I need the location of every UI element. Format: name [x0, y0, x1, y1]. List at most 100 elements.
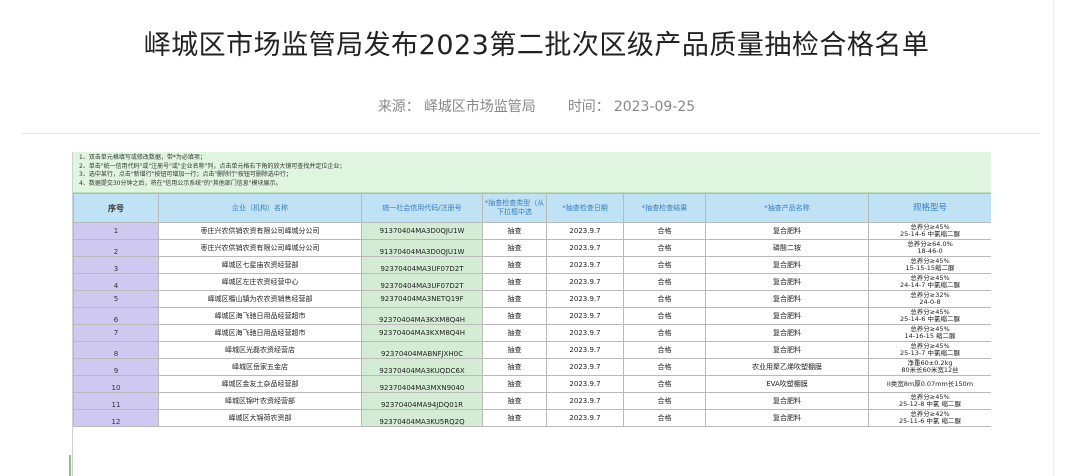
row-product-name: 复合肥料: [705, 307, 869, 325]
row-check-result: 合格: [623, 256, 706, 274]
row-check-result: 合格: [623, 273, 706, 291]
row-credit-code: 92370404MA3KUQDC6X: [361, 358, 483, 376]
row-check-type: 抽查: [482, 222, 547, 240]
table-row: 2 枣庄兴农供销农资有限公司峄城分公司 91370404MA3D0QJU1W 抽查 20…: [73, 239, 991, 257]
row-credit-code: 92370404MA94JDQ01R: [361, 392, 483, 410]
row-check-type: 抽查: [482, 324, 547, 342]
row-seq: 7: [73, 324, 159, 342]
time-label: 时间：: [567, 99, 610, 115]
row-seq: 3: [73, 256, 159, 274]
row-spec: 总养分≥45% 25-14-6 中氯缩二脲: [868, 307, 991, 325]
row-check-type: 抽查: [482, 256, 547, 274]
note-line: 2、单击"统一信用代码"或"注册号"或"企业名称"列，点击单元格右下角的放大镜可…: [79, 162, 346, 170]
row-credit-code: 92370404MA3NETQ19F: [361, 290, 483, 308]
row-check-date: 2023.9.7: [546, 341, 624, 359]
row-spec: 总养分≥64.0% 18-46-0: [868, 239, 991, 257]
note-line: 3、选中某行，点击"新增行"按钮可增加一行；点击"删除行"按钮可删除选中行；: [79, 171, 292, 178]
row-credit-code: 92370404MA3KXM8Q4H: [361, 307, 483, 325]
note-line: 1、双击单元格填写或修改数据，带*为必填项；: [79, 154, 206, 161]
row-check-type: 抽查: [482, 307, 547, 325]
row-product-name: 复合肥料: [705, 324, 869, 342]
right-border: [1053, 0, 1054, 476]
row-spec: 总养分≥45% 15-15-15缩二脲: [868, 256, 991, 274]
row-check-result: 合格: [623, 392, 706, 410]
row-credit-code: 92370404MA3MXN9040: [361, 375, 483, 393]
row-check-date: 2023.9.7: [546, 409, 624, 427]
header-seq: 序号: [73, 193, 159, 223]
row-spec: II类宽8m厚0.07mm长150m: [868, 375, 991, 393]
row-spec: 总养分≥45% 25-13-7 中氯缩二脲: [868, 341, 991, 359]
row-product-name: 复合肥料: [705, 273, 869, 291]
row-product-name: 复合肥料: [705, 392, 869, 410]
table-row: 3 峄城区七星庙农资经营部 92370404MA3UF07D2T 抽查 2023.9.7…: [73, 256, 991, 274]
row-product-name: 复合肥料: [705, 256, 869, 274]
row-check-date: 2023.9.7: [546, 222, 624, 240]
row-seq: 9: [73, 358, 159, 376]
row-company-name: 峄城区大锦荷农资部: [158, 409, 362, 427]
divider: [22, 133, 1040, 134]
row-check-result: 合格: [623, 222, 706, 240]
row-spec: 总养分≥45% 25-12-8 中氯 缩二脲: [868, 392, 991, 410]
spreadsheet-image: 1、双击单元格填写或修改数据，带*为必填项； 2、单击"统一信用代码"或"注册号…: [72, 152, 991, 476]
row-check-result: 合格: [623, 239, 706, 257]
note-line: 4、数据提交30分钟之后，将在"信用公示系统"的"其他部门信息"模块展示。: [79, 179, 282, 187]
row-seq: 11: [73, 392, 159, 410]
row-product-name: 复合肥料: [705, 409, 869, 427]
row-spec: 总养分≥45% 25-14-6 中氯缩二脲: [868, 222, 991, 240]
sheet-notes: 1、双击单元格填写或修改数据，带*为必填项； 2、单击"统一信用代码"或"注册号…: [73, 152, 991, 193]
row-check-date: 2023.9.7: [546, 290, 624, 308]
sheet-left-mark: [69, 455, 71, 476]
row-seq: 5: [73, 290, 159, 308]
row-check-result: 合格: [623, 324, 706, 342]
row-credit-code: 92370404MA3KXM8Q4H: [361, 324, 483, 342]
row-seq: 4: [73, 273, 159, 291]
row-company-name: 枣庄兴农供销农资有限公司峄城分公司: [158, 239, 362, 257]
row-check-date: 2023.9.7: [546, 358, 624, 376]
row-spec: 总养分≥32% 24-0-8: [868, 290, 991, 308]
row-credit-code: 91370404MA3D0QJU1W: [361, 222, 483, 240]
row-company-name: 峄城区海飞驰日用品经营超市: [158, 307, 362, 325]
row-spec: 总养分≥42% 25-11-6 中氯 缩二脲: [868, 409, 991, 427]
row-company-name: 峄城区锦叶农资经营部: [158, 392, 362, 410]
row-check-result: 合格: [623, 375, 706, 393]
row-spec: 总养分≥45% 14-16-15 缩二脲: [868, 324, 991, 342]
row-seq: 6: [73, 307, 159, 325]
row-spec: 净重60±0.2kg 80米长60米宽12丝: [868, 358, 991, 376]
row-seq: 2: [73, 239, 159, 257]
row-check-result: 合格: [623, 307, 706, 325]
row-product-name: 复合肥料: [705, 341, 869, 359]
row-product-name: 磷酸二铵: [705, 239, 869, 257]
row-check-date: 2023.9.7: [546, 256, 624, 274]
row-credit-code: 91370404MA3D0QJU1W: [361, 239, 483, 257]
row-seq: 1: [73, 222, 159, 240]
row-check-date: 2023.9.7: [546, 239, 624, 257]
row-check-result: 合格: [623, 409, 706, 427]
row-check-date: 2023.9.7: [546, 324, 624, 342]
row-company-name: 峄城区光磊农资经营店: [158, 341, 362, 359]
source-value: 峄城区市场监管局: [423, 99, 536, 115]
row-company-name: 峄城区海飞驰日用品经营超市: [158, 324, 362, 342]
row-check-type: 抽查: [482, 290, 547, 308]
header-product: *抽查产品名称: [705, 193, 869, 223]
row-product-name: 复合肥料: [705, 290, 869, 308]
row-check-type: 抽查: [482, 375, 547, 393]
table-row: 11 峄城区锦叶农资经营部 92370404MA94JDQ01R 抽查 2023.9.7…: [73, 392, 991, 410]
row-check-date: 2023.9.7: [546, 273, 624, 291]
row-check-type: 抽查: [482, 392, 547, 410]
row-company-name: 峄城区七星庙农资经营部: [158, 256, 362, 274]
table-header-row: 序号 企业（机构）名称 统一社会信用代码/注册号 *抽查检查类型（从下拉框中选 …: [73, 193, 991, 223]
row-company-name: 峄城区左庄农资经营中心: [158, 273, 362, 291]
table-row: 5 峄城区榴山镇为农农资销售经营部 92370404MA3NETQ19F 抽查 2023…: [73, 290, 991, 308]
row-seq: 12: [73, 409, 159, 427]
header-name: 企业（机构）名称: [158, 193, 362, 223]
row-check-result: 合格: [623, 290, 706, 308]
header-spec: 规格型号: [868, 193, 991, 223]
table-row: 8 峄城区光磊农资经营店 92370404MABNFJXH0C 抽查 2023.9.7 合…: [73, 341, 991, 359]
results-table: 序号 企业（机构）名称 统一社会信用代码/注册号 *抽查检查类型（从下拉框中选 …: [73, 193, 991, 427]
row-credit-code: 92370404MA3UF07D2T: [361, 256, 483, 274]
page-title: 峄城区市场监管局发布2023第二批次区级产品质量抽检合格名单: [143, 30, 930, 61]
row-check-date: 2023.9.7: [546, 392, 624, 410]
table-row: 4 峄城区左庄农资经营中心 92370404MA3UF07D2T 抽查 2023.9.7…: [73, 273, 991, 291]
row-company-name: 枣庄兴农供销农资有限公司峄城分公司: [158, 222, 362, 240]
table-row: 12 峄城区大锦荷农资部 92370404MA3KU5RQ2Q 抽查 2023.9.7 合…: [73, 409, 991, 427]
